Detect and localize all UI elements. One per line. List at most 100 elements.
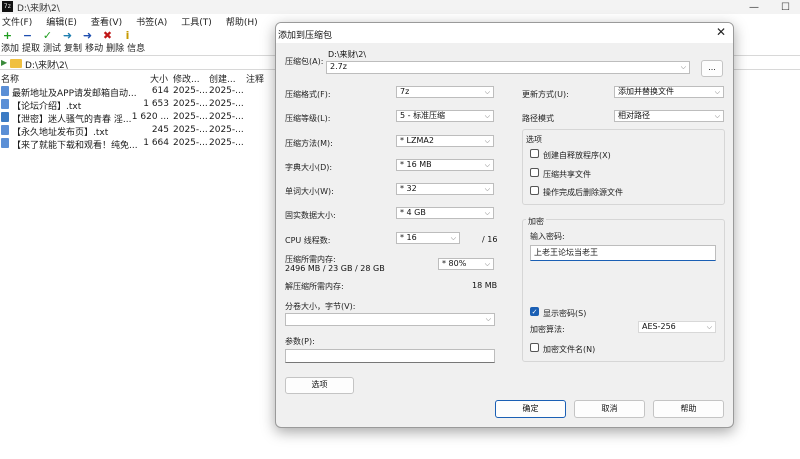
- delete-button[interactable]: 删除: [105, 41, 125, 54]
- menu-help[interactable]: 帮助(H): [226, 15, 258, 29]
- path-mode-select[interactable]: 相对路径 ⌵: [614, 110, 724, 122]
- help-button[interactable]: 帮助: [653, 400, 724, 418]
- split-label: 分卷大小，字节(V):: [285, 302, 356, 311]
- threads-select[interactable]: * 16 ⌵: [396, 232, 460, 244]
- shared-files-checkbox[interactable]: [530, 168, 539, 177]
- column-name[interactable]: 名称: [1, 72, 19, 85]
- move-icon[interactable]: ➜: [82, 30, 93, 41]
- chevron-down-icon[interactable]: ⌵: [681, 62, 686, 72]
- add-icon[interactable]: +: [2, 30, 13, 41]
- copy-icon[interactable]: ➜: [62, 30, 73, 41]
- list-item[interactable]: 【泄密】迷人骚气的青春 淫... 1 620 ... 2025-... 2025…: [0, 111, 270, 125]
- extract-button[interactable]: 提取: [21, 41, 41, 54]
- sfx-checkbox[interactable]: [530, 149, 539, 158]
- dictionary-label: 字典大小(D):: [285, 163, 333, 172]
- window-title: D:\来财\2\: [17, 4, 60, 14]
- encrypt-names-checkbox[interactable]: [530, 343, 539, 352]
- delete-after-label: 操作完成后删除源文件: [543, 188, 623, 197]
- method-select[interactable]: * LZMA2 ⌵: [396, 135, 494, 147]
- chevron-down-icon: ⌵: [485, 315, 491, 323]
- info-icon[interactable]: i: [122, 30, 133, 41]
- list-item[interactable]: 最新地址及APP请发邮箱自动... 614 2025-... 2025-...: [0, 85, 270, 99]
- list-item[interactable]: 【论坛介绍】.txt 1 653 2025-... 2025-...: [0, 98, 270, 112]
- memory-percent-select[interactable]: * 80% ⌵: [438, 258, 494, 270]
- delete-after-checkbox[interactable]: [530, 186, 539, 195]
- method-value: * LZMA2: [400, 136, 434, 145]
- file-size: 1 664: [143, 138, 169, 148]
- menu-file[interactable]: 文件(F): [2, 15, 32, 29]
- info-button[interactable]: 信息: [126, 41, 146, 54]
- dictionary-select[interactable]: * 16 MB ⌵: [396, 159, 494, 171]
- update-mode-select[interactable]: 添加并替换文件 ⌵: [614, 86, 724, 98]
- address-path[interactable]: D:\来财\2\: [25, 58, 68, 71]
- file-modified: 2025-...: [173, 138, 208, 148]
- minimize-button[interactable]: —: [749, 2, 759, 13]
- move-button[interactable]: 移动: [84, 41, 104, 54]
- dialog-titlebar: 添加到压缩包 ✕: [276, 23, 733, 43]
- menu-bookmarks[interactable]: 书签(A): [136, 15, 167, 29]
- maximize-button[interactable]: ☐: [781, 2, 790, 13]
- options-button[interactable]: 选项: [285, 377, 354, 394]
- list-item[interactable]: 【永久地址发布页】.txt 245 2025-... 2025-...: [0, 124, 270, 138]
- menu-view[interactable]: 查看(V): [91, 15, 122, 29]
- title-bar: 7z D:\来财\2\ — ☐: [0, 0, 800, 14]
- show-password-label: 显示密码(S): [543, 309, 587, 318]
- file-size: 1 620 ...: [131, 112, 169, 122]
- file-created: 2025-...: [209, 138, 244, 148]
- file-size: 245: [151, 125, 169, 135]
- password-input[interactable]: 上老王论坛当老王: [530, 245, 716, 261]
- solid-size-select[interactable]: * 4 GB ⌵: [396, 207, 494, 219]
- show-password-checkbox[interactable]: ✓: [530, 307, 539, 316]
- text-file-icon: [1, 138, 9, 148]
- archive-name-combo[interactable]: 2.7z ⌵: [326, 61, 690, 74]
- menu-tools[interactable]: 工具(T): [181, 15, 212, 29]
- shared-files-label: 压缩共享文件: [543, 170, 591, 179]
- text-file-icon: [1, 125, 9, 135]
- file-created: 2025-...: [209, 99, 244, 109]
- delete-icon[interactable]: ✖: [102, 30, 113, 41]
- ok-button[interactable]: 确定: [495, 400, 566, 418]
- file-modified: 2025-...: [173, 86, 208, 96]
- format-select[interactable]: 7z ⌵: [396, 86, 494, 98]
- column-created[interactable]: 创建...: [209, 72, 236, 85]
- list-item[interactable]: 【来了就能下载和观看！纯免... 1 664 2025-... 2025-...: [0, 137, 270, 151]
- column-modified[interactable]: 修改...: [173, 72, 200, 85]
- video-file-icon: [1, 112, 9, 122]
- close-icon[interactable]: ✕: [716, 25, 726, 39]
- level-select[interactable]: 5 - 标准压缩 ⌵: [396, 110, 494, 122]
- app-icon: 7z: [2, 1, 13, 12]
- encryption-group-title: 加密: [526, 216, 546, 227]
- up-arrow-icon[interactable]: ▶: [1, 58, 7, 67]
- word-size-select[interactable]: * 32 ⌵: [396, 183, 494, 195]
- test-button[interactable]: 测试: [42, 41, 62, 54]
- add-button[interactable]: 添加: [0, 41, 20, 54]
- copy-button[interactable]: 复制: [63, 41, 83, 54]
- split-size-combo[interactable]: ⌵: [285, 313, 495, 326]
- file-created: 2025-...: [209, 125, 244, 135]
- update-mode-label: 更新方式(U):: [522, 90, 569, 99]
- text-file-icon: [1, 86, 9, 96]
- chevron-down-icon: ⌵: [484, 185, 490, 193]
- chevron-down-icon: ⌵: [484, 112, 490, 120]
- folder-icon: [10, 59, 22, 68]
- chevron-down-icon: ⌵: [714, 88, 720, 96]
- dictionary-value: * 16 MB: [400, 160, 432, 169]
- parameters-input[interactable]: [285, 349, 495, 363]
- word-size-label: 单词大小(W):: [285, 187, 334, 196]
- extract-icon[interactable]: −: [22, 30, 33, 41]
- encryption-method-label: 加密算法:: [530, 325, 565, 334]
- menu-edit[interactable]: 编辑(E): [46, 15, 77, 29]
- cancel-button[interactable]: 取消: [574, 400, 645, 418]
- archive-dir: D:\来财\2\: [328, 50, 367, 59]
- chevron-down-icon: ⌵: [484, 88, 490, 96]
- encryption-method-select[interactable]: AES-256 ⌵: [638, 321, 716, 333]
- chevron-down-icon: ⌵: [706, 323, 712, 331]
- sfx-label: 创建自释放程序(X): [543, 151, 611, 160]
- column-comment[interactable]: 注释: [246, 72, 264, 85]
- test-icon[interactable]: ✓: [42, 30, 53, 41]
- archive-name-value: 2.7z: [330, 62, 347, 71]
- column-size[interactable]: 大小: [150, 72, 168, 85]
- encryption-method-value: AES-256: [642, 322, 676, 331]
- browse-button[interactable]: ...: [701, 60, 723, 77]
- file-created: 2025-...: [209, 86, 244, 96]
